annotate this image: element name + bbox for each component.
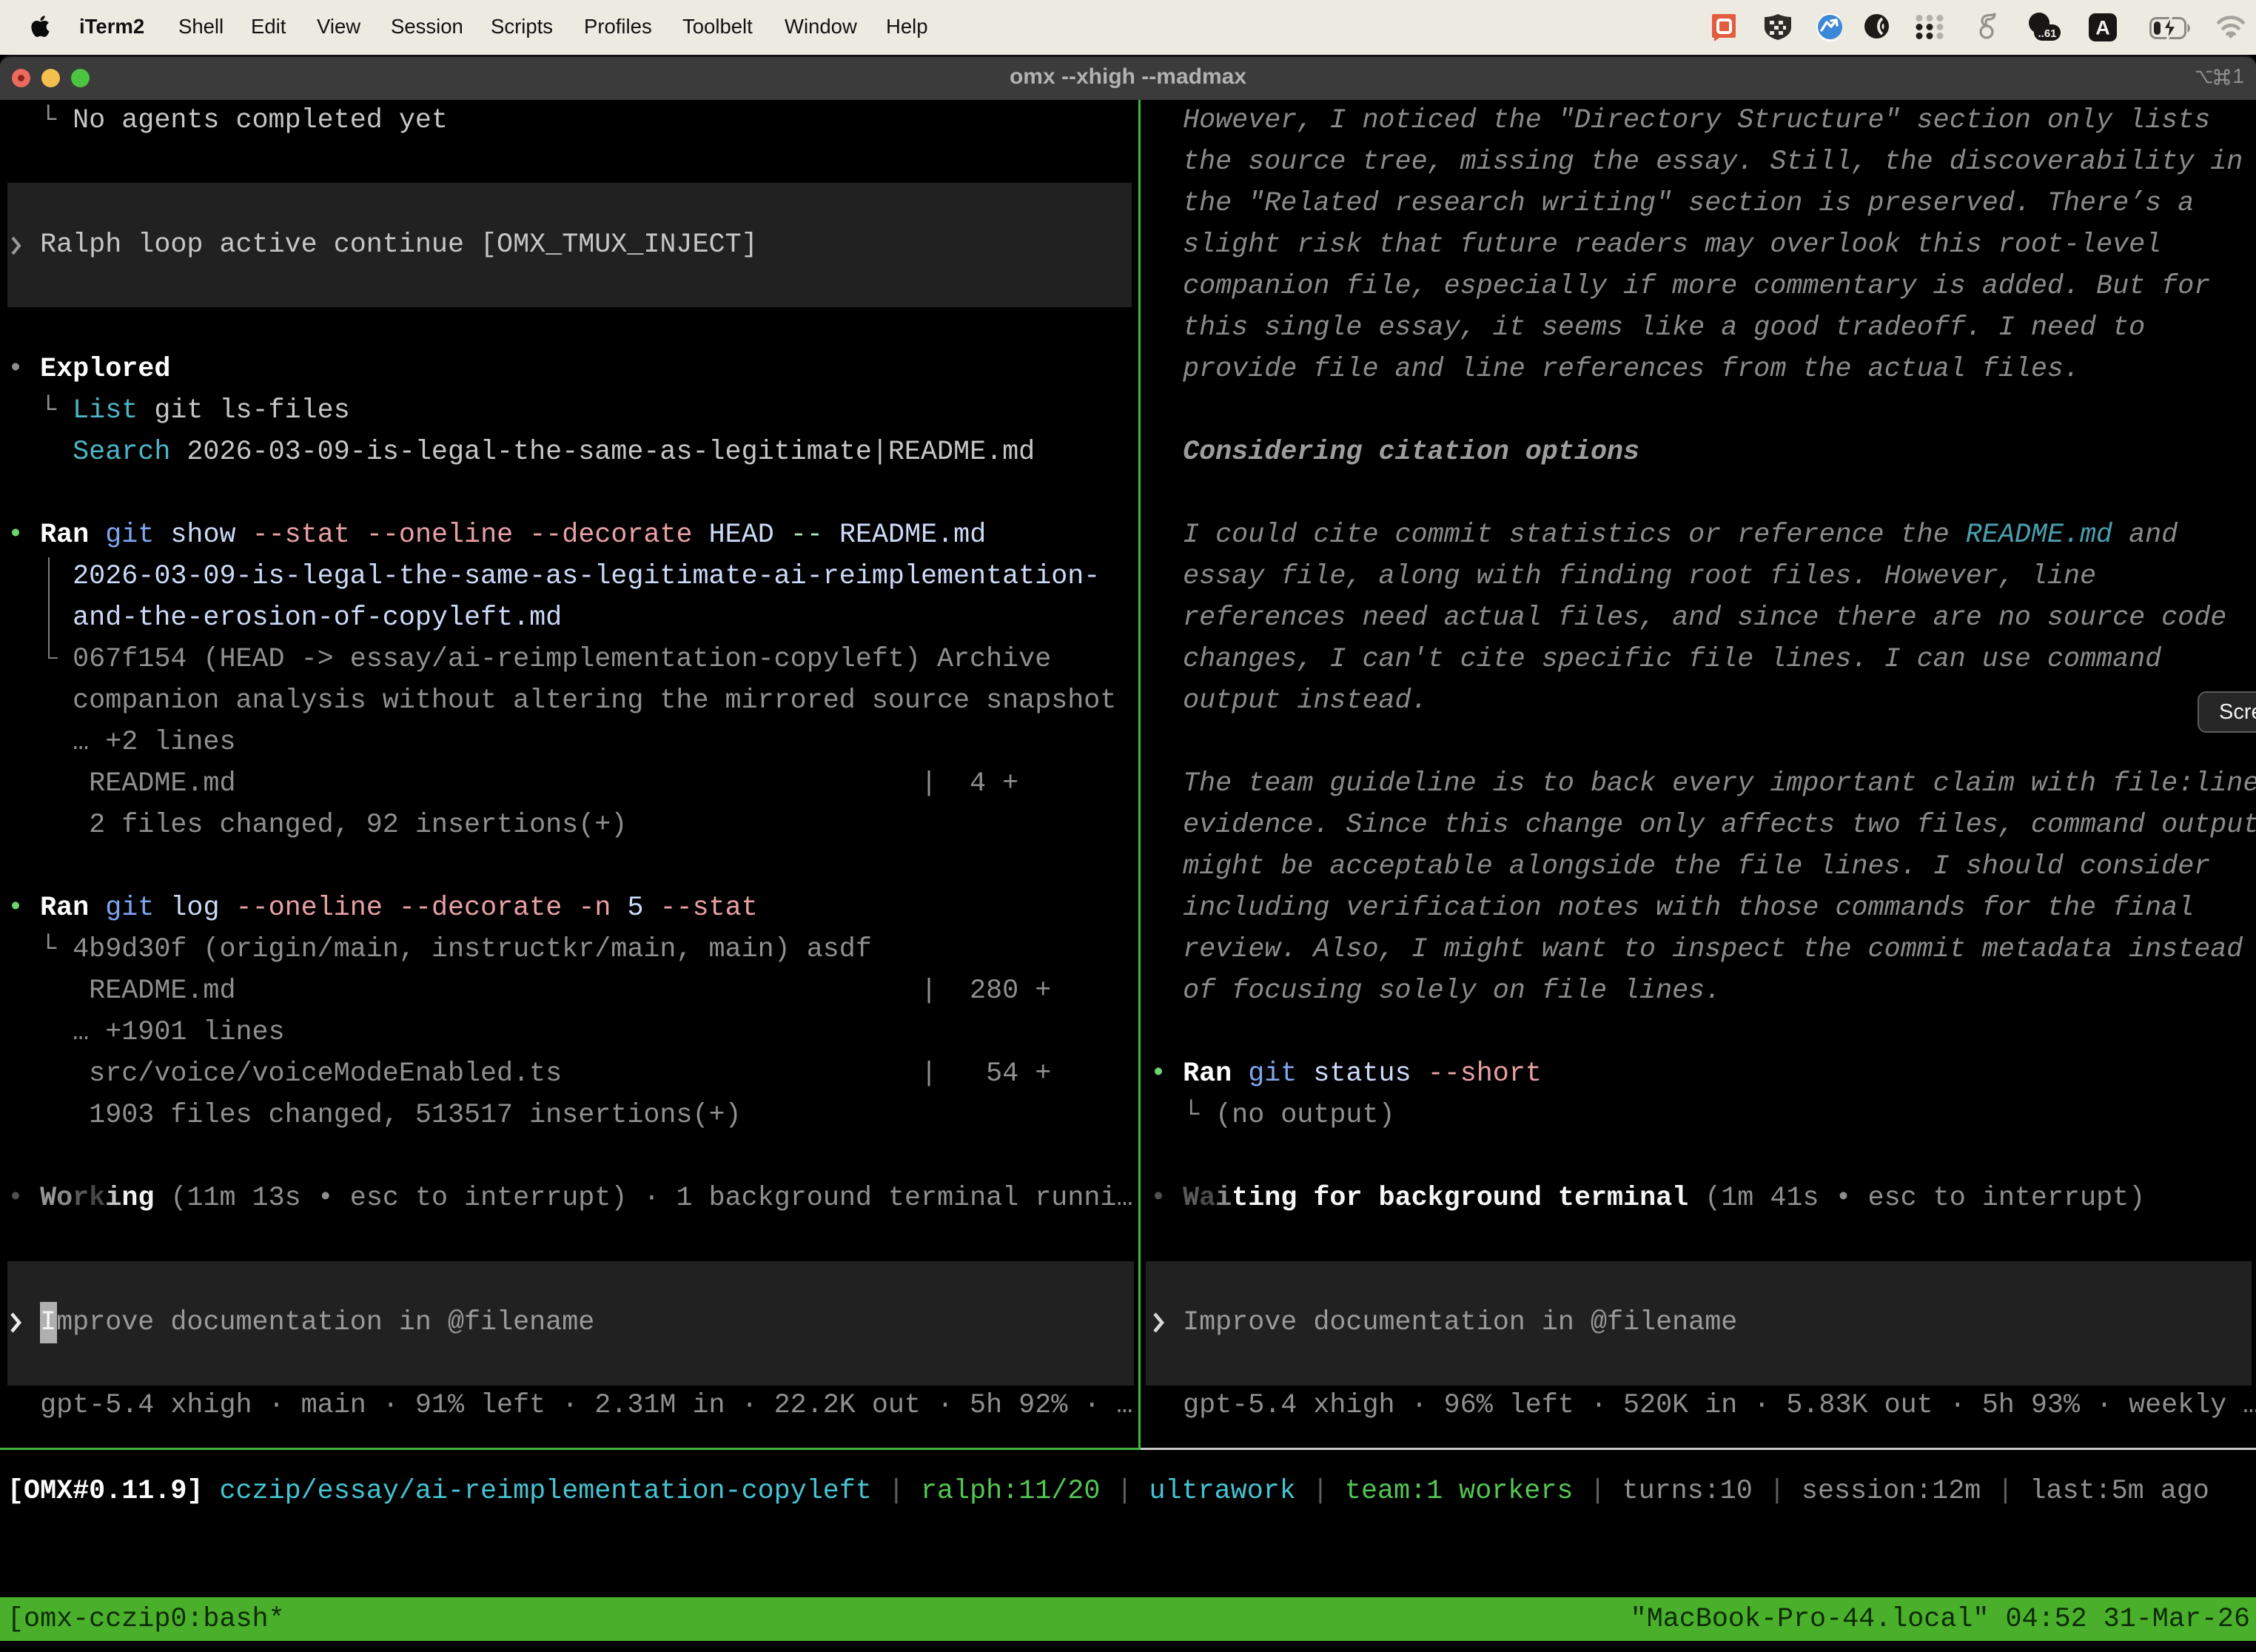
svg-text:..61: ..61 <box>2038 27 2056 40</box>
svg-text:A: A <box>2095 17 2110 39</box>
